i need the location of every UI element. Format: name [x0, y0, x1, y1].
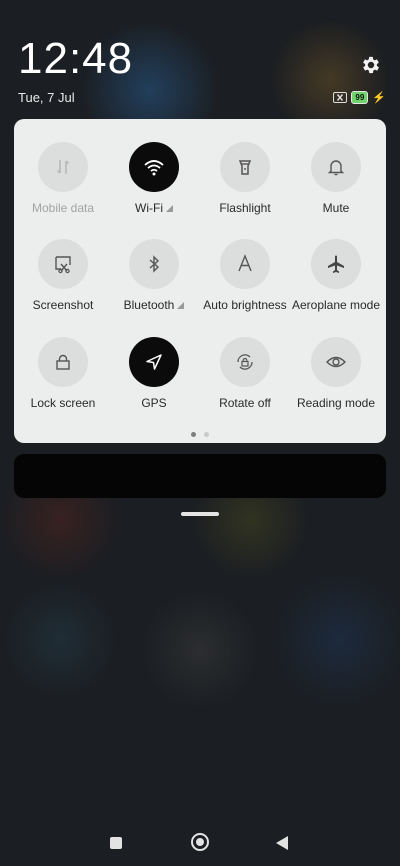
tile-label: Mute [322, 201, 350, 215]
bluetooth-label: Bluetooth [123, 298, 175, 312]
tile-gps[interactable]: GPS [108, 337, 200, 410]
expand-corner-icon [177, 302, 185, 309]
triangle-back-icon[interactable] [276, 836, 288, 850]
auto-brightness-icon [220, 239, 270, 289]
tile-label: GPS [141, 396, 167, 410]
page-dot-2[interactable] [204, 432, 209, 437]
tile-mobile-data[interactable]: Mobile data [17, 142, 109, 215]
tile-label: Aeroplane mode [291, 298, 381, 312]
tile-wifi[interactable]: Wi-Fi [108, 142, 200, 215]
clock[interactable]: 12:48 [18, 34, 133, 84]
tile-label: Rotate off [219, 396, 271, 410]
date[interactable]: Tue, 7 Jul [18, 90, 75, 105]
battery-level: 99 [355, 93, 365, 102]
drag-handle[interactable] [181, 512, 219, 516]
charging-bolt-icon: ⚡ [372, 92, 386, 104]
circle-icon[interactable] [191, 833, 209, 851]
navigation-bar [0, 828, 400, 856]
tile-label: Flashlight [219, 201, 271, 215]
page-dot-1[interactable] [191, 432, 196, 437]
tile-auto-brightness[interactable]: Auto brightness [199, 239, 291, 312]
bell-icon [311, 142, 361, 192]
tile-bluetooth[interactable]: Bluetooth [108, 239, 200, 312]
lock-icon [38, 337, 88, 387]
tile-label: Lock screen [30, 396, 96, 410]
notification-area[interactable] [14, 454, 386, 498]
rotate-lock-icon [220, 337, 270, 387]
bluetooth-icon [129, 239, 179, 289]
battery-indicator: 99 [351, 91, 369, 104]
tile-label: Screenshot [32, 298, 94, 312]
mobile-data-icon [38, 142, 88, 192]
sim-disabled-icon [333, 92, 348, 103]
tile-label: Wi-Fi [108, 201, 200, 215]
location-arrow-icon [129, 337, 179, 387]
tile-label: Auto brightness [203, 298, 287, 312]
flashlight-icon [220, 142, 270, 192]
tile-flashlight[interactable]: Flashlight [199, 142, 291, 215]
square-icon[interactable] [110, 837, 122, 849]
page-indicator [14, 432, 386, 437]
quick-settings-panel: Mobile data Wi-Fi Flashlight Mute Screen… [14, 119, 386, 443]
airplane-icon [311, 239, 361, 289]
tile-label: Reading mode [296, 396, 376, 410]
tile-label: Mobile data [31, 201, 95, 215]
eye-icon [311, 337, 361, 387]
tile-lock-screen[interactable]: Lock screen [17, 337, 109, 410]
gear-icon[interactable] [360, 54, 382, 76]
tile-screenshot[interactable]: Screenshot [17, 239, 109, 312]
tile-mute[interactable]: Mute [290, 142, 382, 215]
tile-rotate-off[interactable]: Rotate off [199, 337, 291, 410]
wifi-label: Wi-Fi [135, 201, 163, 215]
screenshot-icon [38, 239, 88, 289]
tile-reading-mode[interactable]: Reading mode [290, 337, 382, 410]
status-icons: 99 ⚡ [333, 91, 386, 104]
wifi-icon [129, 142, 179, 192]
expand-corner-icon [165, 205, 173, 212]
tile-aeroplane-mode[interactable]: Aeroplane mode [290, 239, 382, 312]
tile-label: Bluetooth [108, 298, 200, 312]
